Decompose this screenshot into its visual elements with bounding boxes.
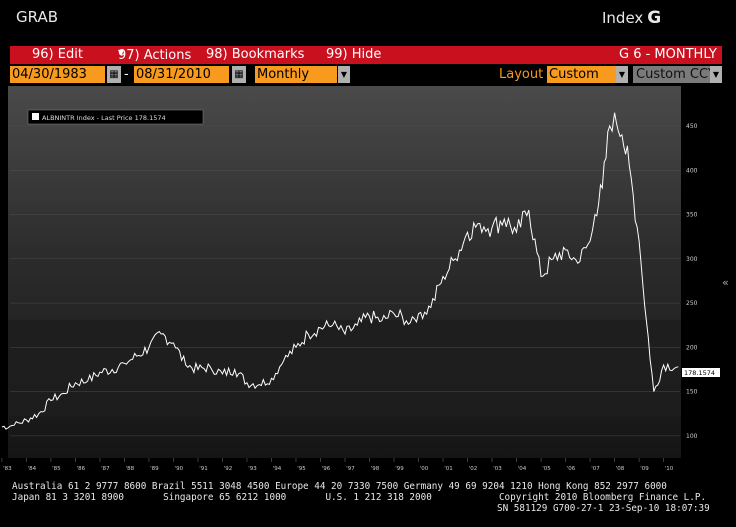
x-tick-label: '05 [542,466,551,472]
footer-line-1: Australia 61 2 9777 8600 Brazil 5511 304… [12,481,667,492]
y-tick-label: 100 [686,433,698,440]
x-tick-label: '91 [199,466,208,472]
index-label: Index G [602,8,661,28]
layout-select[interactable]: Custom [547,66,624,83]
x-tick-label: '07 [591,466,600,472]
date-separator: - [124,67,129,82]
end-calendar-icon[interactable]: ▦ [232,66,246,83]
x-tick-label: '89 [150,466,159,472]
x-tick-label: '97 [346,466,355,472]
x-tick-label: '95 [297,466,306,472]
y-tick-label: 400 [686,167,698,174]
last-price-text: 178.1574 [684,369,715,377]
x-tick-label: '94 [273,466,282,472]
menu-bar: 96) Edit 97) Actions ▼ 98) Bookmarks 99) … [10,46,722,64]
currency-select[interactable]: Custom CCY [633,66,716,83]
app-title: GRAB [16,8,58,26]
x-tick-label: '06 [567,466,576,472]
x-tick-label: '03 [493,466,502,472]
period-select[interactable]: Monthly [255,66,337,83]
index-text: Index [602,9,644,27]
layout-dropdown-icon[interactable]: ▼ [616,66,628,83]
actions-menu-label: 97) Actions [118,48,192,63]
last-price-tag: 178.1574 [682,368,720,377]
x-tick-label: '88 [126,466,135,472]
title-bar: GRAB Index G [0,0,736,44]
legend-swatch [32,113,39,120]
end-date-field[interactable]: 08/31/2010 [134,66,229,83]
start-date-field[interactable]: 04/30/1983 [10,66,105,83]
y-tick-label: 450 [686,123,698,130]
x-tick-label: '96 [322,466,331,472]
x-tick-label: '86 [77,466,86,472]
x-tick-label: '84 [28,466,37,472]
bookmarks-menu[interactable]: 98) Bookmarks [206,47,304,62]
layout-label: Layout [499,67,544,82]
index-key: G [647,8,662,28]
hide-menu[interactable]: 99) Hide [326,47,381,62]
x-tick-label: '99 [395,466,404,472]
x-tick-label: '98 [371,466,380,472]
start-calendar-icon[interactable]: ▦ [107,66,121,83]
edit-menu[interactable]: 96) Edit [32,47,83,62]
legend-text: ALBNINTR Index - Last Price 178.1574 [42,114,166,122]
x-tick-label: '92 [224,466,233,472]
y-axis: 100 150 200 250 300 350 400 450 [686,123,698,440]
currency-dropdown-icon[interactable]: ▼ [710,66,722,83]
x-tick-label: '02 [469,466,478,472]
x-tick-label: '90 [175,466,184,472]
view-id: G 6 - MONTHLY [619,47,717,62]
actions-dropdown-icon: ▼ [118,48,125,57]
control-bar: 04/30/1983 ▦ - 08/31/2010 ▦ Monthly ▼ La… [10,65,722,84]
plot-band [8,320,681,416]
collapse-arrow-icon[interactable]: « [722,276,729,289]
x-tick-label: '85 [52,466,61,472]
y-tick-label: 300 [686,256,698,263]
legend: ALBNINTR Index - Last Price 178.1574 [27,109,204,125]
y-tick-label: 350 [686,212,698,219]
x-tick-label: '83 [3,466,12,472]
x-tick-label: '01 [444,466,453,472]
footer-line-2: Japan 81 3 3201 8900 Singapore 65 6212 1… [12,492,707,503]
y-tick-label: 200 [686,344,698,351]
x-tick-label: '93 [248,466,257,472]
period-dropdown-icon[interactable]: ▼ [338,66,350,83]
x-tick-label: '08 [616,466,625,472]
x-axis: '83 '84 '85 '86 '87 '88 '89 '90 '91 '92 '93 '94 '95 '… [1,458,674,472]
y-tick-label: 250 [686,300,698,307]
price-chart[interactable]: 100 150 200 250 300 350 400 450 '83 '84 '85 '86 '87… [0,86,736,527]
x-tick-label: '09 [640,466,649,472]
x-tick-label: '04 [518,466,527,472]
x-tick-label: '10 [665,466,674,472]
footer-line-3: SN 581129 G700-27-1 23-Sep-10 18:07:39 [497,503,710,514]
x-tick-label: '87 [101,466,110,472]
y-tick-label: 150 [686,389,698,396]
x-tick-label: '00 [420,466,429,472]
